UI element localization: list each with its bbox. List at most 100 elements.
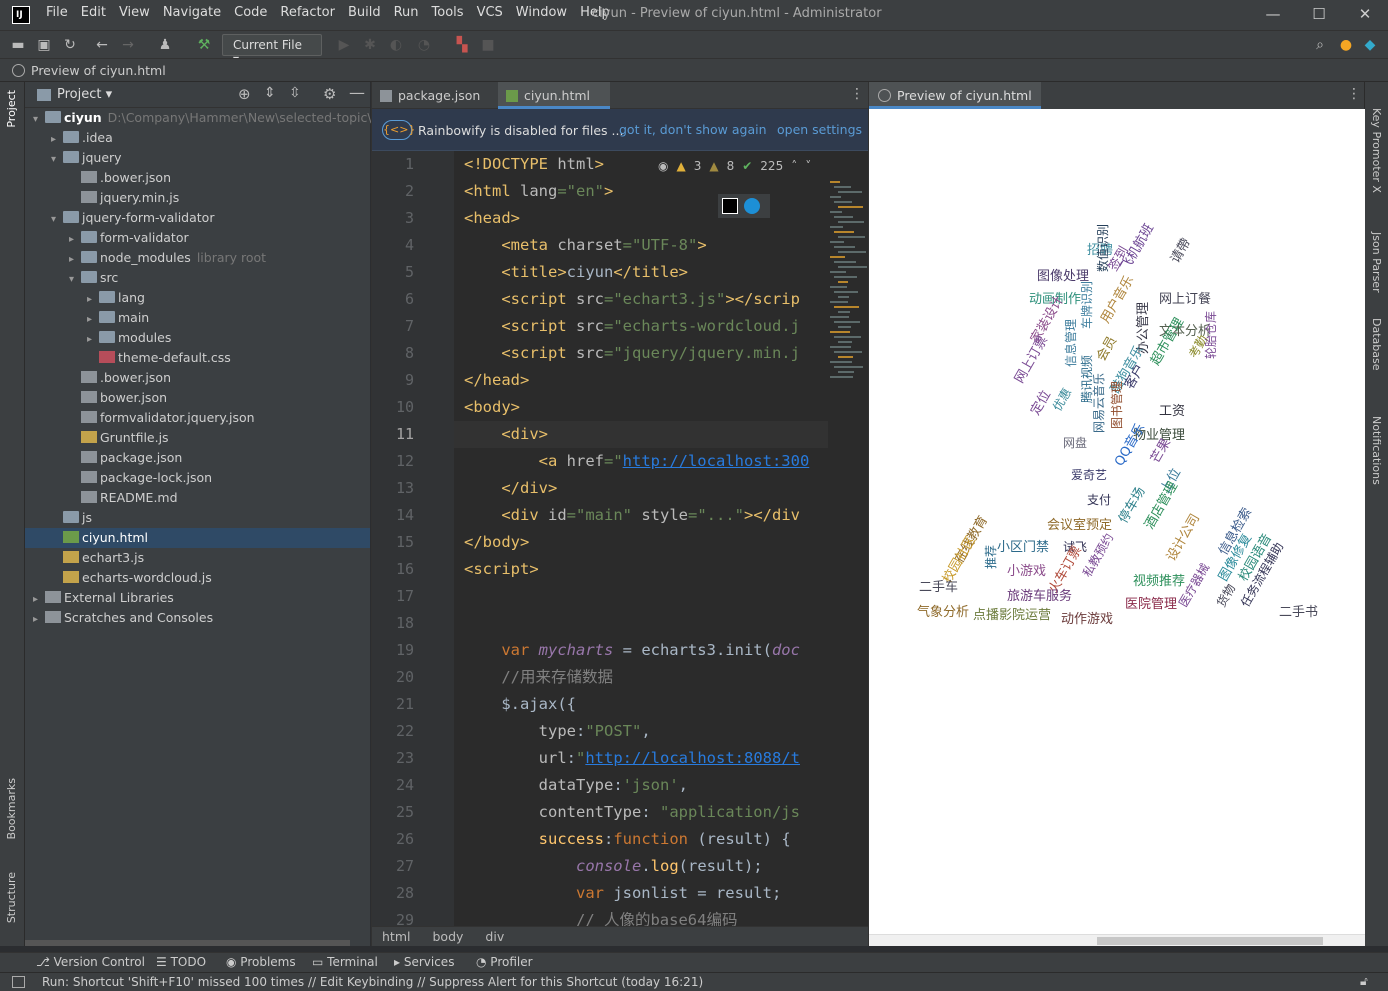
services-tool-button[interactable]: ▸ Services <box>394 955 454 969</box>
toolbox-icon[interactable]: ◆ <box>1360 35 1380 55</box>
chevron-right-icon[interactable]: ▸ <box>51 130 63 150</box>
open-settings-link[interactable]: open settings <box>777 122 862 137</box>
project-tool-button[interactable]: Project <box>5 90 18 128</box>
status-toggle-icon[interactable] <box>12 976 25 988</box>
menu-navigate[interactable]: Navigate <box>163 5 221 20</box>
tree-item[interactable]: jquery.min.js <box>25 188 370 208</box>
chevron-down-icon[interactable]: ▾ <box>69 270 81 290</box>
problems-tool-button[interactable]: ◉ Problems <box>226 955 296 969</box>
tree-item[interactable]: Gruntfile.js <box>25 428 370 448</box>
edge-browser-icon[interactable] <box>744 198 760 214</box>
chevron-right-icon[interactable]: ▸ <box>33 610 45 630</box>
status-message[interactable]: Run: Shortcut 'Shift+F10' missed 100 tim… <box>42 975 703 989</box>
profile-icon[interactable]: ◔ <box>414 35 434 55</box>
todo-tool-button[interactable]: ☰ TODO <box>156 955 206 969</box>
menu-code[interactable]: Code <box>234 5 267 20</box>
code-line[interactable]: <meta charset="UTF-8"> <box>464 232 706 259</box>
tree-item[interactable]: ▸ .idea <box>25 128 370 148</box>
lock-icon[interactable]: 🔓︎ <box>1360 974 1368 989</box>
next-highlight-icon[interactable]: ˅ <box>805 159 811 173</box>
open-folder-icon[interactable]: ▬ <box>8 35 28 55</box>
code-line[interactable]: <script> <box>464 556 539 583</box>
expand-all-icon[interactable]: ⇕ <box>264 85 276 101</box>
code-line[interactable]: var jsonlist = result; <box>464 880 781 907</box>
menu-tools[interactable]: Tools <box>432 5 464 20</box>
horizontal-scrollbar[interactable] <box>25 940 350 946</box>
code-line[interactable]: url:"http://localhost:8088/t <box>464 745 800 772</box>
tree-item[interactable]: ▸ External Libraries <box>25 588 370 608</box>
attach-debugger-icon[interactable]: ▚ <box>452 35 472 55</box>
sync-icon[interactable]: ↻ <box>60 35 80 55</box>
chevron-down-icon[interactable]: ▾ <box>51 210 63 230</box>
code-line[interactable]: $.ajax({ <box>464 691 576 718</box>
tree-item[interactable]: ▾ jquery <box>25 148 370 168</box>
tree-item[interactable]: .bower.json <box>25 368 370 388</box>
tree-item[interactable]: ▾ ciyun D:\Company\Hammer\New\selected-top… <box>25 108 382 128</box>
search-everywhere-icon[interactable]: ⌕ <box>1310 35 1330 55</box>
code-line[interactable]: <div> <box>454 421 828 448</box>
code-line[interactable]: console.log(result); <box>464 853 763 880</box>
menu-view[interactable]: View <box>119 5 150 20</box>
code-line[interactable]: // 人像的base64编码 <box>464 907 738 926</box>
terminal-tool-button[interactable]: ▭ Terminal <box>312 955 378 969</box>
app-logo-icon[interactable]: IJ <box>12 6 30 24</box>
tree-item[interactable]: ciyun.html <box>25 528 370 548</box>
tree-item[interactable]: echarts-wordcloud.js <box>25 568 370 588</box>
intellij-browser-icon[interactable] <box>722 198 738 214</box>
menu-file[interactable]: File <box>46 5 68 20</box>
scrollbar-thumb[interactable] <box>1097 937 1323 945</box>
tree-item[interactable]: package-lock.json <box>25 468 370 488</box>
gear-icon[interactable]: ⚙ <box>323 85 336 103</box>
tree-item[interactable]: ▾ jquery-form-validator <box>25 208 370 228</box>
forward-arrow-icon[interactable]: → <box>118 35 138 55</box>
code-line[interactable]: <script src="echarts-wordcloud.j <box>464 313 800 340</box>
chevron-right-icon[interactable]: ▸ <box>69 250 81 270</box>
build-hammer-icon[interactable]: ⚒ <box>194 35 214 55</box>
version-control-tool-button[interactable]: ⎇ Version Control <box>36 955 145 969</box>
tree-item[interactable]: .bower.json <box>25 168 370 188</box>
notifications-tool-button[interactable]: Notifications <box>1370 416 1383 485</box>
chevron-right-icon[interactable]: ▸ <box>87 290 99 310</box>
code-line[interactable]: <title>ciyun</title> <box>464 259 688 286</box>
tree-item[interactable]: ▸ form-validator <box>25 228 370 248</box>
stop-icon[interactable]: ■ <box>478 35 498 55</box>
tree-item[interactable]: js <box>25 508 370 528</box>
close-window-button[interactable]: ✕ <box>1342 0 1388 30</box>
breadcrumb-item[interactable]: body <box>432 929 463 944</box>
previous-highlight-icon[interactable]: ˄ <box>791 159 797 173</box>
inspection-widget[interactable]: ◉ ▲ 3 ▲ 8 ✔ 225 ˄ ˅ <box>652 155 818 177</box>
more-options-icon[interactable]: ⋮ <box>1347 86 1361 102</box>
collapse-all-icon[interactable]: ⇳ <box>289 85 301 101</box>
hide-eye-icon[interactable]: ◉ <box>658 159 668 173</box>
hide-panel-icon[interactable]: — <box>349 83 365 102</box>
chevron-right-icon[interactable]: ▸ <box>33 590 45 610</box>
coverage-icon[interactable]: ◐ <box>386 35 406 55</box>
chevron-right-icon[interactable]: ▸ <box>69 230 81 250</box>
user-icon[interactable]: ♟ <box>155 35 175 55</box>
json-parser-tool-button[interactable]: Json Parser <box>1370 232 1383 293</box>
profiler-tool-button[interactable]: ◔ Profiler <box>476 955 533 969</box>
update-icon[interactable]: ● <box>1336 35 1356 55</box>
dismiss-link[interactable]: got it, don't show again <box>619 122 767 137</box>
code-area[interactable]: <!DOCTYPE html> <html lang="en"> <head> <m… <box>454 151 828 926</box>
project-view-selector[interactable]: Project ▾ <box>57 87 112 102</box>
run-icon[interactable]: ▶ <box>334 35 354 55</box>
code-line[interactable]: <script src="echart3.js"></scrip <box>464 286 800 313</box>
tree-item[interactable]: ▸ lang <box>25 288 370 308</box>
chevron-right-icon[interactable]: ▸ <box>87 330 99 350</box>
code-line[interactable]: contentType: "application/js <box>464 799 800 826</box>
key-promoter-tool-button[interactable]: Key Promoter X <box>1370 108 1383 193</box>
back-arrow-icon[interactable]: ← <box>92 35 112 55</box>
code-line[interactable]: </div> <box>464 475 557 502</box>
tree-item[interactable]: echart3.js <box>25 548 370 568</box>
run-configuration-select[interactable]: Current File ▾ <box>222 34 322 66</box>
menu-window[interactable]: Window <box>516 5 567 20</box>
chevron-right-icon[interactable]: ▸ <box>87 310 99 330</box>
menu-vcs[interactable]: VCS <box>477 5 503 20</box>
tree-item[interactable]: ▸ modules <box>25 328 370 348</box>
code-line[interactable]: type:"POST", <box>464 718 651 745</box>
code-line[interactable]: <div id="main" style="..."></div <box>464 502 800 529</box>
tab-preview[interactable]: Preview of ciyun.html × <box>869 82 1041 130</box>
debug-icon[interactable]: ✱ <box>360 35 380 55</box>
code-line[interactable]: <script src="jquery/jquery.min.j <box>464 340 800 367</box>
